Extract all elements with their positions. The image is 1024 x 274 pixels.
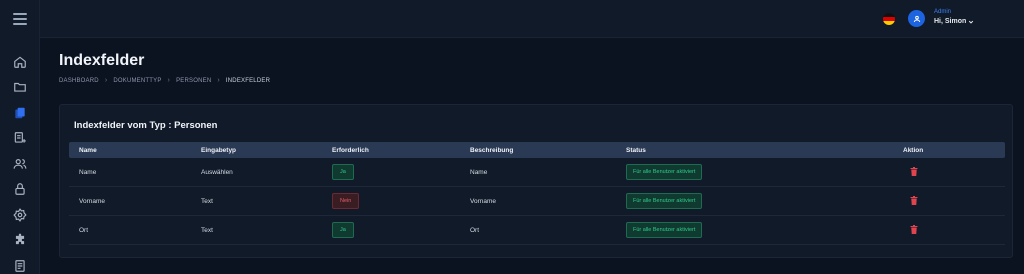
cell-name: Vorname [79,197,106,205]
sidebar-item-reports[interactable] [0,253,40,274]
index-fields-table: Name Eingabetyp Erforderlich Beschreibun… [69,142,1005,245]
lock-icon [15,183,25,196]
settings-icon [13,207,27,222]
user-avatar[interactable] [908,10,925,27]
column-header-name: Name [79,146,97,154]
top-bar [40,0,1024,38]
column-header-type: Eingabetyp [201,146,237,154]
sidebar-item-users[interactable] [0,151,40,177]
index-fields-card: Indexfelder vom Typ : Personen Name Eing… [59,104,1013,258]
table-row: Ort Text Ja Ort Für alle Benutzer aktivi… [69,216,1005,245]
delete-button[interactable] [910,166,918,178]
breadcrumb-dokumenttyp[interactable]: DOKUMENTTYP [113,78,161,84]
sidebar-item-extensions[interactable] [0,228,40,254]
sidebar-item-add-document[interactable] [0,126,40,152]
users-icon [13,158,27,169]
column-header-description: Beschreibung [470,146,514,154]
sidebar-item-settings[interactable] [0,202,40,228]
cell-name: Ort [79,226,89,234]
chevron-right-icon: › [167,77,171,84]
badge-label: Ja [332,222,354,238]
sidebar-nav [0,49,40,274]
delete-button[interactable] [910,224,918,236]
breadcrumb: DASHBOARD › DOKUMENTTYP › PERSONEN › IND… [59,77,270,84]
delete-button[interactable] [910,195,918,207]
cell-type: Text [201,226,213,234]
german-flag-icon[interactable] [883,13,895,25]
trash-icon [910,195,918,205]
breadcrumb-dashboard[interactable]: DASHBOARD [59,78,99,84]
user-greeting: Hi, Simon [934,18,967,25]
home-icon [14,56,26,68]
user-menu[interactable]: Hi, Simon [934,18,974,25]
page-title: Indexfelder [59,52,145,69]
list-document-icon [15,259,25,272]
sidebar [0,0,40,274]
required-badge: Ja [332,164,354,180]
required-badge: Ja [332,222,354,238]
trash-icon [910,166,918,176]
cell-name: Name [79,168,97,176]
document-add-icon [14,132,26,143]
folder-icon [14,83,26,92]
cell-description: Ort [470,226,480,234]
column-header-required: Erforderlich [332,146,369,154]
hamburger-icon[interactable] [13,13,27,25]
sidebar-item-folders[interactable] [0,75,40,101]
badge-label: Nein [332,193,360,209]
puzzle-icon [15,233,25,245]
chevron-right-icon: › [104,77,108,84]
status-badge: Für alle Benutzer aktiviert [626,164,703,180]
user-icon [913,15,920,22]
documents-icon [15,107,25,118]
breadcrumb-personen[interactable]: PERSONEN [176,78,211,84]
status-label: Für alle Benutzer aktiviert [626,222,703,238]
column-header-status: Status [626,146,646,154]
status-label: Für alle Benutzer aktiviert [626,164,703,180]
card-title: Indexfelder vom Typ : Personen [74,120,218,131]
badge-label: Ja [332,164,354,180]
sidebar-item-home[interactable] [0,49,40,75]
status-badge: Für alle Benutzer aktiviert [626,193,703,209]
cell-type: Text [201,197,213,205]
cell-type: Auswählen [201,168,233,176]
chevron-right-icon: › [217,77,220,84]
table-row: Name Auswählen Ja Name Für alle Benutzer… [69,158,1005,187]
chevron-down-icon [969,20,974,24]
cell-description: Vorname [470,197,497,205]
trash-icon [910,224,918,234]
status-badge: Für alle Benutzer aktiviert [626,222,703,238]
sidebar-item-security[interactable] [0,177,40,203]
table-header: Name Eingabetyp Erforderlich Beschreibun… [69,142,1005,158]
cell-description: Name [470,168,488,176]
column-header-action: Aktion [903,146,924,154]
table-row: Vorname Text Nein Vorname Für alle Benut… [69,187,1005,216]
status-label: Für alle Benutzer aktiviert [626,193,703,209]
breadcrumb-indexfelder: INDEXFELDER [225,77,271,84]
sidebar-item-documents[interactable] [0,100,40,126]
required-badge: Nein [332,193,360,209]
user-role: Admin [934,9,952,15]
